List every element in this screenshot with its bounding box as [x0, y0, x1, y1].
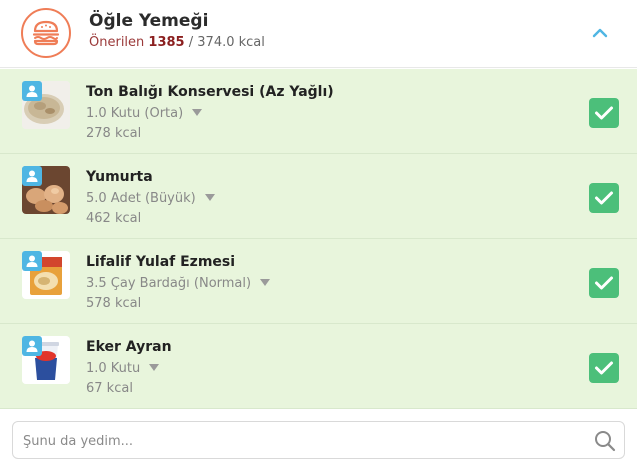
- portion-label: 5.0 Adet (Büyük): [86, 191, 196, 206]
- food-list: Ton Balığı Konservesi (Az Yağlı) 1.0 Kut…: [0, 69, 637, 409]
- caret-down-icon[interactable]: [204, 194, 215, 201]
- burger-icon: [21, 8, 71, 58]
- meal-header[interactable]: Öğle Yemeği Önerilen 1385 / 374.0 kcal: [0, 0, 637, 68]
- list-item[interactable]: Lifalif Yulaf Ezmesi 3.5 Çay Bardağı (No…: [0, 239, 637, 324]
- portion-selector[interactable]: 1.0 Kutu (Orta): [86, 106, 203, 121]
- list-item[interactable]: Yumurta 5.0 Adet (Büyük) 462 kcal: [0, 154, 637, 239]
- user-icon: [22, 166, 42, 186]
- user-icon: [22, 336, 42, 356]
- chevron-up-icon[interactable]: [590, 25, 610, 41]
- meal-title: Öğle Yemeği: [89, 11, 209, 31]
- meal-calorie-summary: Önerilen 1385 / 374.0 kcal: [89, 35, 265, 50]
- checkbox-checked[interactable]: [589, 98, 619, 128]
- consumed-calories: 374.0 kcal: [197, 35, 265, 50]
- portion-selector[interactable]: 1.0 Kutu: [86, 361, 160, 376]
- list-item[interactable]: Eker Ayran 1.0 Kutu 67 kcal: [0, 324, 637, 409]
- food-name: Eker Ayran: [86, 339, 172, 355]
- search-box[interactable]: [12, 421, 625, 459]
- portion-selector[interactable]: 3.5 Çay Bardağı (Normal): [86, 276, 271, 291]
- food-calories: 462 kcal: [86, 211, 142, 226]
- food-name: Ton Balığı Konservesi (Az Yağlı): [86, 84, 334, 100]
- checkbox-checked[interactable]: [589, 353, 619, 383]
- checkbox-checked[interactable]: [589, 183, 619, 213]
- food-name: Lifalif Yulaf Ezmesi: [86, 254, 236, 270]
- portion-label: 1.0 Kutu (Orta): [86, 106, 184, 121]
- calorie-separator: /: [188, 35, 194, 50]
- recommended-value: 1385: [148, 35, 185, 50]
- caret-down-icon[interactable]: [149, 364, 160, 371]
- recommended-label: Önerilen: [89, 35, 145, 50]
- meal-card: Öğle Yemeği Önerilen 1385 / 374.0 kcal T…: [0, 0, 637, 474]
- portion-label: 3.5 Çay Bardağı (Normal): [86, 276, 252, 291]
- food-calories: 278 kcal: [86, 126, 142, 141]
- food-calories: 67 kcal: [86, 381, 133, 396]
- search-bar-area: [0, 409, 637, 474]
- caret-down-icon[interactable]: [260, 279, 271, 286]
- caret-down-icon[interactable]: [192, 109, 203, 116]
- list-item[interactable]: Ton Balığı Konservesi (Az Yağlı) 1.0 Kut…: [0, 69, 637, 154]
- user-icon: [22, 251, 42, 271]
- checkbox-checked[interactable]: [589, 268, 619, 298]
- search-input[interactable]: [23, 430, 583, 452]
- food-name: Yumurta: [86, 169, 153, 185]
- portion-selector[interactable]: 5.0 Adet (Büyük): [86, 191, 215, 206]
- search-icon[interactable]: [594, 430, 616, 452]
- portion-label: 1.0 Kutu: [86, 361, 141, 376]
- food-calories: 578 kcal: [86, 296, 142, 311]
- user-icon: [22, 81, 42, 101]
